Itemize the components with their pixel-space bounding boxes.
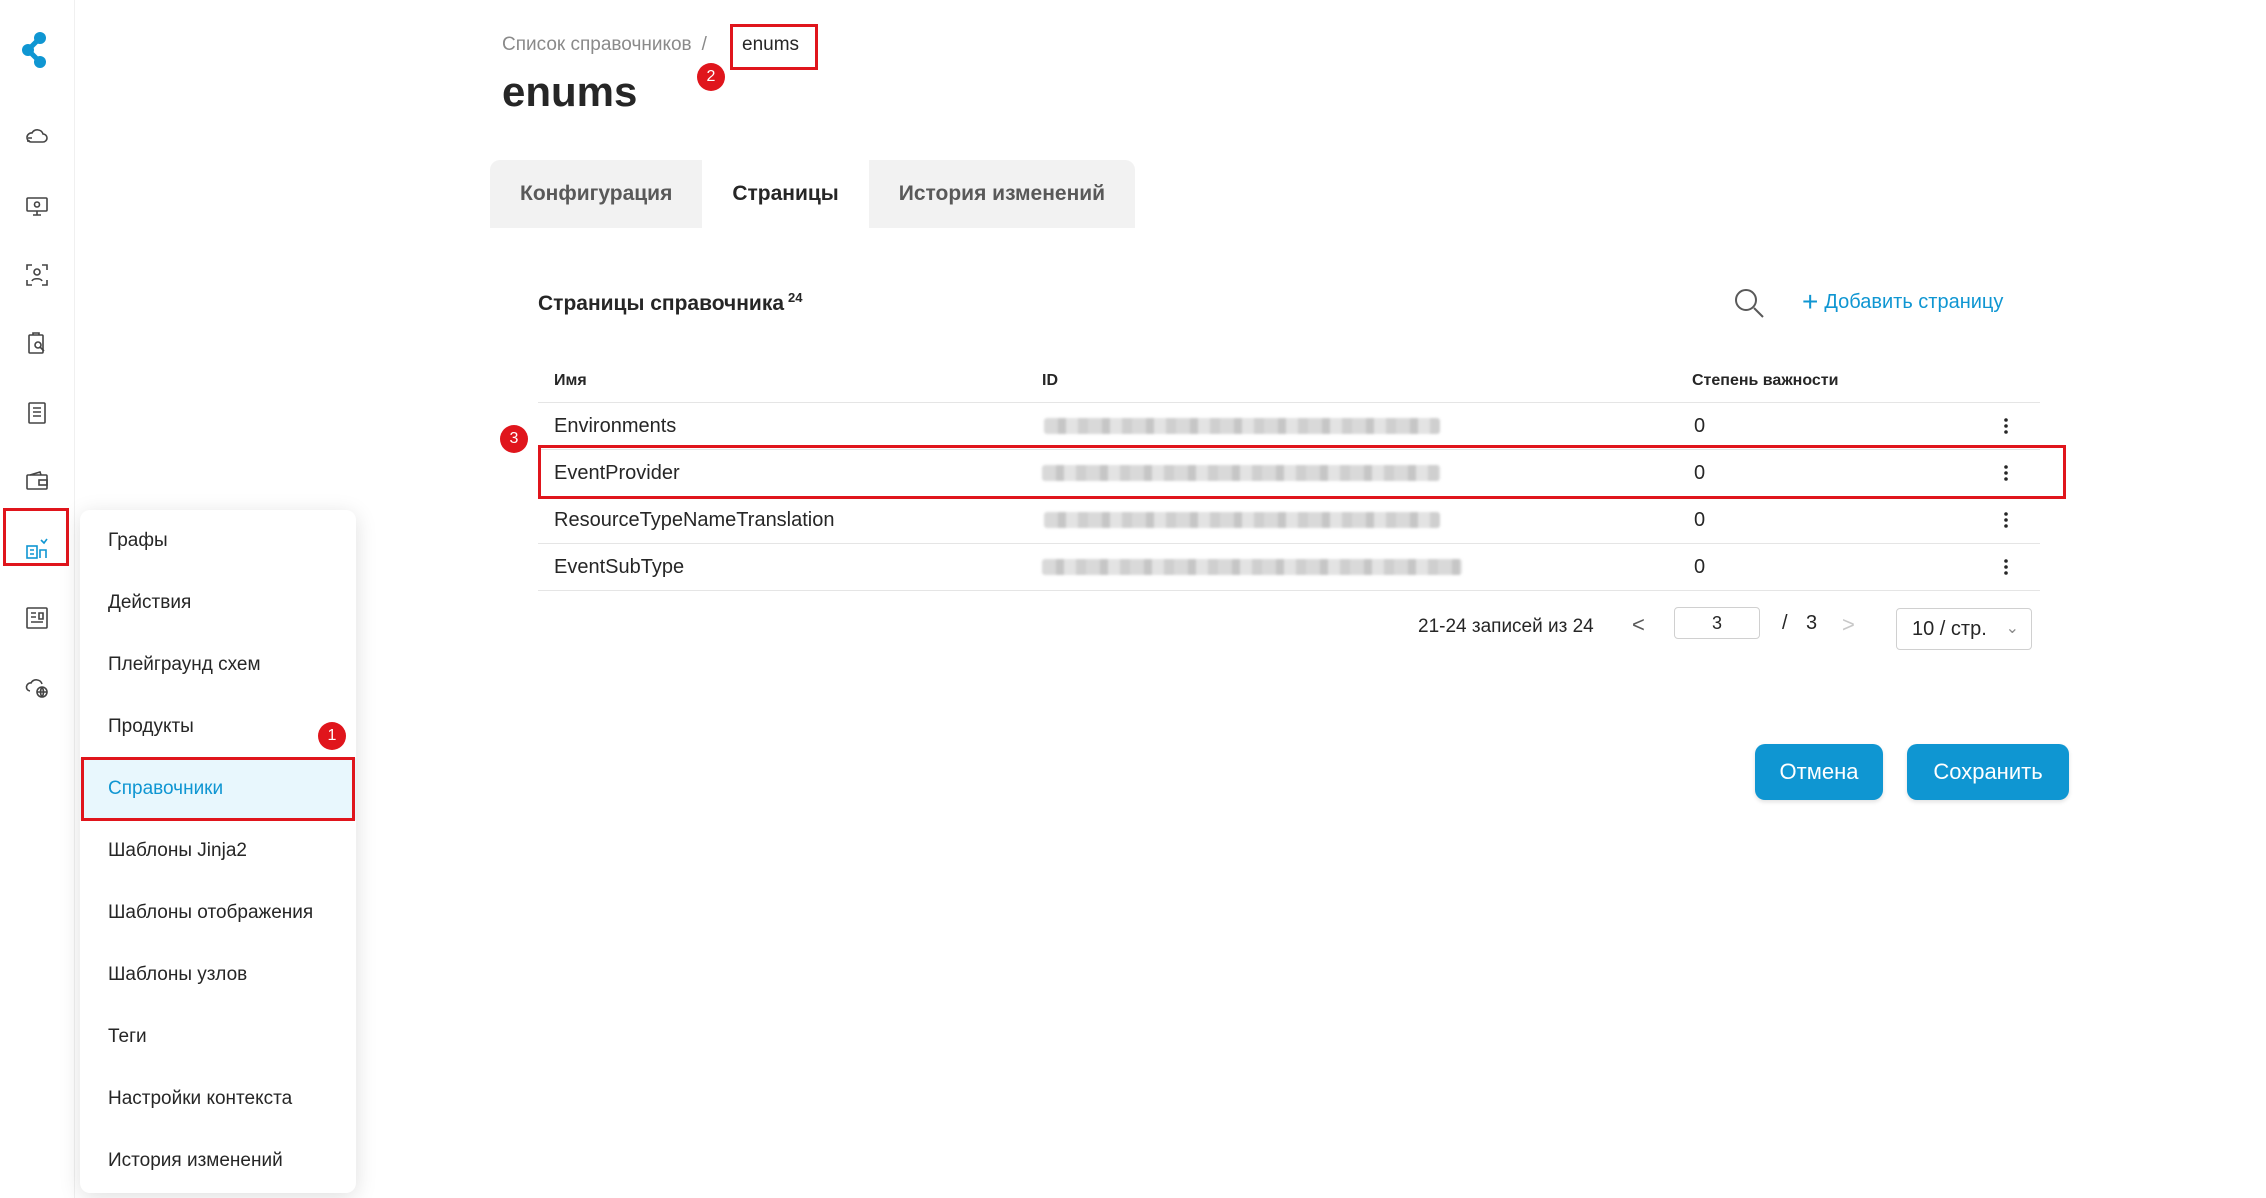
pagination-total-pages: 3 (1806, 612, 1818, 634)
tab-configuration[interactable]: Конфигурация (490, 160, 703, 228)
chevron-down-icon: ⌄ (2005, 620, 2019, 637)
cell-id-redacted (1044, 418, 1440, 434)
marker-1: 1 (318, 722, 346, 750)
tab-change-history[interactable]: История изменений (868, 160, 1136, 228)
column-header-importance[interactable]: Степень важности (1692, 372, 1838, 390)
submenu-item-actions[interactable]: Действия (80, 572, 356, 634)
more-vertical-icon[interactable] (1994, 508, 2018, 532)
section-title: Страницы справочника 24 (538, 290, 802, 316)
pagination-prev-button[interactable]: < (1632, 612, 1645, 638)
save-button[interactable]: Сохранить (1907, 744, 2069, 800)
column-header-id[interactable]: ID (1042, 372, 1058, 390)
cloud-icon[interactable] (24, 124, 50, 150)
page-title: enums (502, 68, 638, 115)
submenu-item-products[interactable]: Продукты (80, 696, 356, 758)
breadcrumb-parent-link[interactable]: Список справочников (502, 34, 692, 55)
table-header: Имя ID Степень важности (538, 370, 2040, 403)
more-vertical-icon[interactable] (1994, 414, 2018, 438)
cell-name: Environments (554, 415, 677, 437)
clipboard-search-icon[interactable] (24, 331, 50, 357)
submenu-item-jinja2-templates[interactable]: Шаблоны Jinja2 (80, 820, 356, 882)
submenu-item-node-templates[interactable]: Шаблоны узлов (80, 944, 356, 1006)
breadcrumb: Список справочников / (502, 34, 717, 56)
marker-3: 3 (500, 425, 528, 453)
cell-importance: 0 (1694, 556, 1706, 578)
breadcrumb-current: enums (742, 34, 800, 55)
table-row[interactable]: EventProvider 0 (538, 450, 2040, 497)
section-count: 24 (788, 290, 803, 305)
cloud-globe-icon[interactable] (24, 674, 50, 700)
marker-2: 2 (697, 63, 725, 91)
page-size-select[interactable]: 10 / стр. ⌄ (1896, 608, 2032, 650)
table-row[interactable]: EventSubType 0 (538, 544, 2040, 591)
cell-id-redacted (1042, 559, 1462, 575)
page-size-value: 10 / стр. (1912, 618, 1987, 640)
cell-id-redacted (1044, 512, 1440, 528)
pagination-separator: / (1782, 612, 1788, 634)
cell-importance: 0 (1694, 462, 1706, 484)
more-vertical-icon[interactable] (1994, 461, 2018, 485)
plus-icon: + (1802, 286, 1819, 317)
cell-name: EventSubType (554, 556, 685, 578)
submenu-item-context-settings[interactable]: Настройки контекста (80, 1068, 356, 1130)
dashboard-icon[interactable] (24, 605, 50, 631)
left-rail (0, 0, 75, 1198)
cell-name: ResourceTypeNameTranslation (554, 509, 835, 531)
breadcrumb-separator: / (701, 34, 707, 55)
submenu-item-directories[interactable]: Справочники (80, 758, 356, 820)
section-title-text: Страницы справочника (538, 292, 785, 315)
directories-submenu: Графы Действия Плейграунд схем Продукты … (80, 510, 356, 1193)
pagination-next-button[interactable]: > (1842, 612, 1855, 638)
submenu-item-graphs[interactable]: Графы (80, 510, 356, 572)
cancel-button[interactable]: Отмена (1755, 744, 1883, 800)
add-page-label: Добавить страницу (1824, 291, 2004, 313)
pagination-page-input[interactable] (1674, 607, 1760, 639)
search-icon[interactable] (1732, 286, 1766, 320)
app-logo-icon[interactable] (20, 30, 54, 70)
wallet-icon[interactable] (24, 468, 50, 494)
tab-bar: Конфигурация Страницы История изменений (490, 160, 1136, 228)
cell-importance: 0 (1694, 509, 1706, 531)
submenu-item-change-history[interactable]: История изменений (80, 1130, 356, 1192)
pagination-summary: 21-24 записей из 24 (1418, 616, 1594, 637)
more-vertical-icon[interactable] (1994, 555, 2018, 579)
submenu-item-tags[interactable]: Теги (80, 1006, 356, 1068)
table-row[interactable]: Environments 0 (538, 403, 2040, 450)
column-header-name[interactable]: Имя (554, 372, 587, 390)
cell-name: EventProvider (554, 462, 680, 484)
cell-importance: 0 (1694, 415, 1706, 437)
submenu-item-display-templates[interactable]: Шаблоны отображения (80, 882, 356, 944)
add-page-button[interactable]: + Добавить страницу (1802, 287, 2003, 317)
rail-active-highlight (3, 508, 69, 566)
submenu-item-schema-playground[interactable]: Плейграунд схем (80, 634, 356, 696)
monitor-settings-icon[interactable] (24, 193, 50, 219)
tab-pages[interactable]: Страницы (702, 160, 869, 228)
cell-id-redacted (1042, 465, 1440, 481)
scan-person-icon[interactable] (24, 262, 50, 288)
list-document-icon[interactable] (24, 400, 50, 426)
table-row[interactable]: ResourceTypeNameTranslation 0 (538, 497, 2040, 544)
